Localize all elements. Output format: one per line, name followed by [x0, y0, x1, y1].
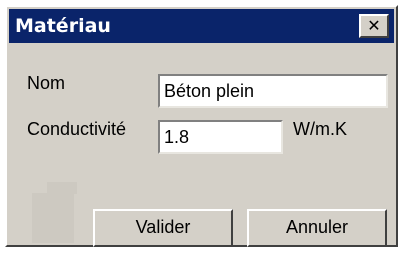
conductivity-label: Conductivité: [27, 119, 127, 139]
conductivity-unit: W/m.K: [293, 119, 347, 139]
validate-button[interactable]: Valider: [93, 209, 233, 247]
material-dialog: Matériau ✕ Nom Béton plein Conductivité …: [5, 5, 398, 247]
conductivity-input[interactable]: 1.8: [158, 120, 283, 154]
shadow-artifact: [32, 193, 74, 243]
close-button[interactable]: ✕: [359, 14, 389, 38]
title-bar[interactable]: Matériau ✕: [9, 9, 394, 43]
cancel-button[interactable]: Annuler: [247, 209, 387, 247]
close-icon: ✕: [367, 16, 381, 35]
shadow-artifact-top: [47, 182, 77, 194]
dialog-title: Matériau: [15, 15, 111, 37]
name-label: Nom: [27, 73, 66, 93]
name-input[interactable]: Béton plein: [158, 74, 388, 108]
